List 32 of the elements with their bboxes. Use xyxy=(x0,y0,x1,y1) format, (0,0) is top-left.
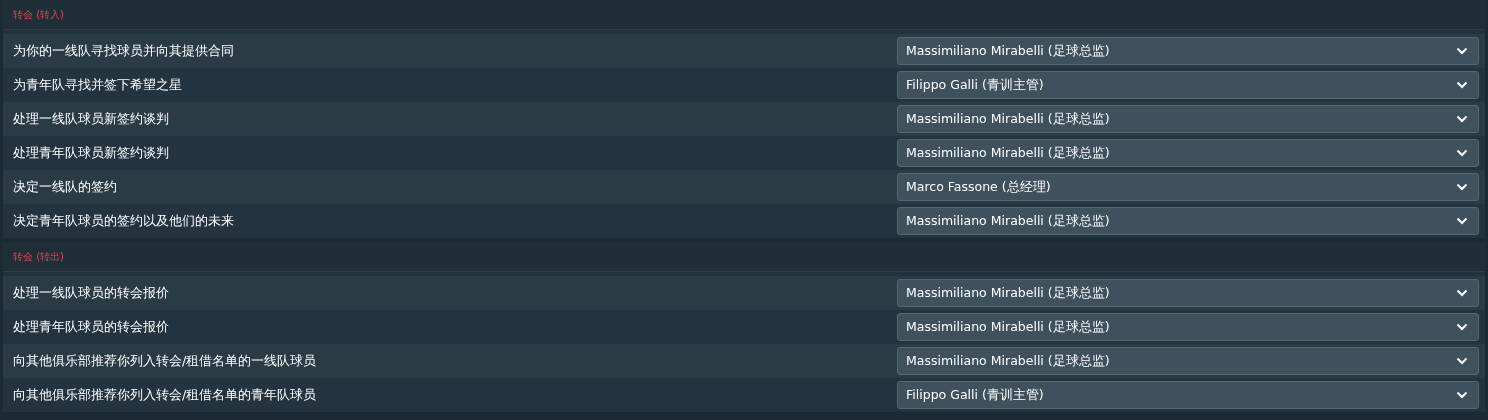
setting-label: 决定一线队的签约 xyxy=(13,178,118,197)
staff-dropdown[interactable]: Massimiliano Mirabelli (足球总监) xyxy=(897,207,1479,235)
staff-dropdown[interactable]: Massimiliano Mirabelli (足球总监) xyxy=(897,313,1479,341)
chevron-down-icon xyxy=(1456,323,1468,331)
setting-label: 决定青年队球员的签约以及他们的未来 xyxy=(13,212,235,231)
setting-label: 向其他俱乐部推荐你列入转会/租借名单的青年队球员 xyxy=(13,386,318,405)
staff-dropdown[interactable]: Filippo Galli (青训主管) xyxy=(897,71,1479,99)
section-title: 转会 (转入) xyxy=(13,8,64,22)
setting-label: 处理一线队球员的转会报价 xyxy=(13,284,170,303)
setting-label: 处理一线队球员新签约谈判 xyxy=(13,110,170,129)
chevron-down-icon xyxy=(1456,183,1468,191)
section-title: 转会 (转出) xyxy=(13,250,64,264)
chevron-down-icon xyxy=(1456,149,1468,157)
chevron-down-icon xyxy=(1456,47,1468,55)
staff-dropdown[interactable]: Filippo Galli (青训主管) xyxy=(897,381,1479,409)
chevron-down-icon xyxy=(1456,81,1468,89)
chevron-down-icon xyxy=(1456,289,1468,297)
setting-label: 为你的一线队寻找球员并向其提供合同 xyxy=(13,42,235,61)
setting-label: 处理青年队球员新签约谈判 xyxy=(13,144,170,163)
staff-dropdown[interactable]: Massimiliano Mirabelli (足球总监) xyxy=(897,279,1479,307)
staff-dropdown[interactable]: Massimiliano Mirabelli (足球总监) xyxy=(897,105,1479,133)
staff-dropdown[interactable]: Massimiliano Mirabelli (足球总监) xyxy=(897,347,1479,375)
staff-dropdown[interactable]: Massimiliano Mirabelli (足球总监) xyxy=(897,37,1479,65)
chevron-down-icon xyxy=(1456,357,1468,365)
staff-dropdown[interactable]: Massimiliano Mirabelli (足球总监) xyxy=(897,139,1479,167)
setting-label: 为青年队寻找并签下希望之星 xyxy=(13,76,183,95)
chevron-down-icon xyxy=(1456,115,1468,123)
setting-label: 向其他俱乐部推荐你列入转会/租借名单的一线队球员 xyxy=(13,352,318,371)
staff-dropdown[interactable]: Marco Fassone (总经理) xyxy=(897,173,1479,201)
chevron-down-icon xyxy=(1456,217,1468,225)
setting-label: 处理青年队球员的转会报价 xyxy=(13,318,170,337)
chevron-down-icon xyxy=(1456,391,1468,399)
